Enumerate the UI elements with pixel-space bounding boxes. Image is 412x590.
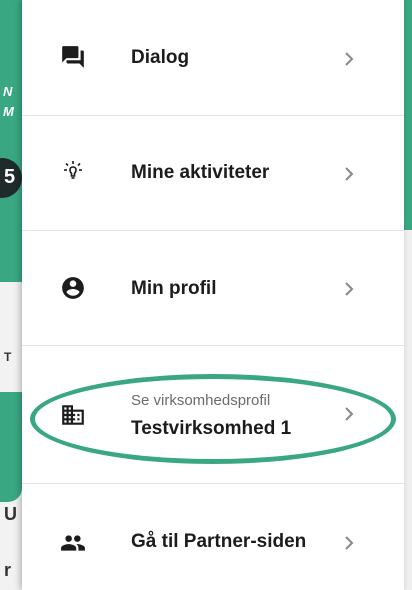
menu-item-partner[interactable]: Gå til Partner-siden — [22, 484, 404, 590]
background-text: M — [3, 104, 14, 119]
background-text: N — [3, 84, 13, 99]
people-icon — [61, 535, 85, 551]
menu-item-label: Testvirksomhed 1 — [131, 418, 292, 439]
menu-item-label: Min profil — [131, 278, 217, 299]
account-circle-icon — [62, 277, 84, 299]
business-icon — [62, 405, 84, 425]
chevron-right-icon — [345, 52, 354, 66]
chevron-right-icon — [345, 536, 354, 550]
chat-icon — [62, 46, 84, 68]
menu-item-label: Dialog — [131, 47, 190, 68]
background-banner-2 — [0, 392, 22, 502]
side-menu: Dialog Mine aktiviteter Min profil Se vi… — [22, 0, 404, 590]
background-text: T — [4, 350, 12, 364]
chevron-right-icon — [345, 167, 354, 181]
scrollbar-thumb[interactable] — [404, 0, 412, 230]
menu-item-label: Mine aktiviteter — [131, 162, 270, 183]
background-banner: N M — [0, 0, 22, 282]
background-text: r — [4, 560, 12, 580]
menu-item-business-profile[interactable]: Se virksomhedsprofil Testvirksomhed 1 — [22, 346, 404, 484]
chevron-right-icon — [345, 282, 354, 296]
menu-item-profile[interactable]: Min profil — [22, 231, 404, 346]
chevron-right-icon — [345, 407, 354, 421]
menu-item-activities[interactable]: Mine aktiviteter — [22, 116, 404, 231]
lightbulb-icon — [64, 161, 82, 179]
menu-item-sublabel: Se virksomhedsprofil — [131, 392, 271, 409]
scrollbar[interactable] — [404, 0, 412, 590]
menu-item-dialog[interactable]: Dialog — [22, 0, 404, 116]
background-text: U — [4, 504, 17, 524]
background-text: 5 — [4, 166, 16, 188]
menu-item-label: Gå til Partner-siden — [131, 531, 307, 552]
